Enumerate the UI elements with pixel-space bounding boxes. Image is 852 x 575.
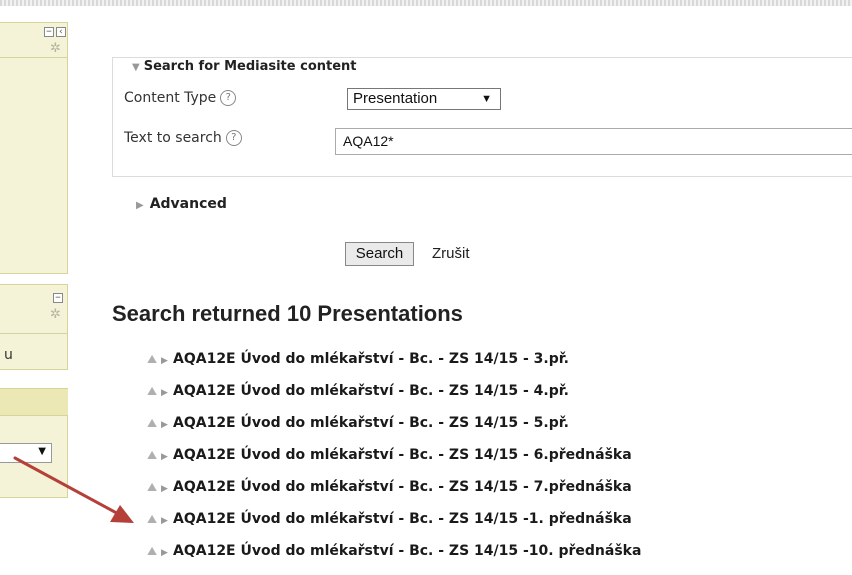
annotation-arrow-icon — [13, 456, 134, 523]
